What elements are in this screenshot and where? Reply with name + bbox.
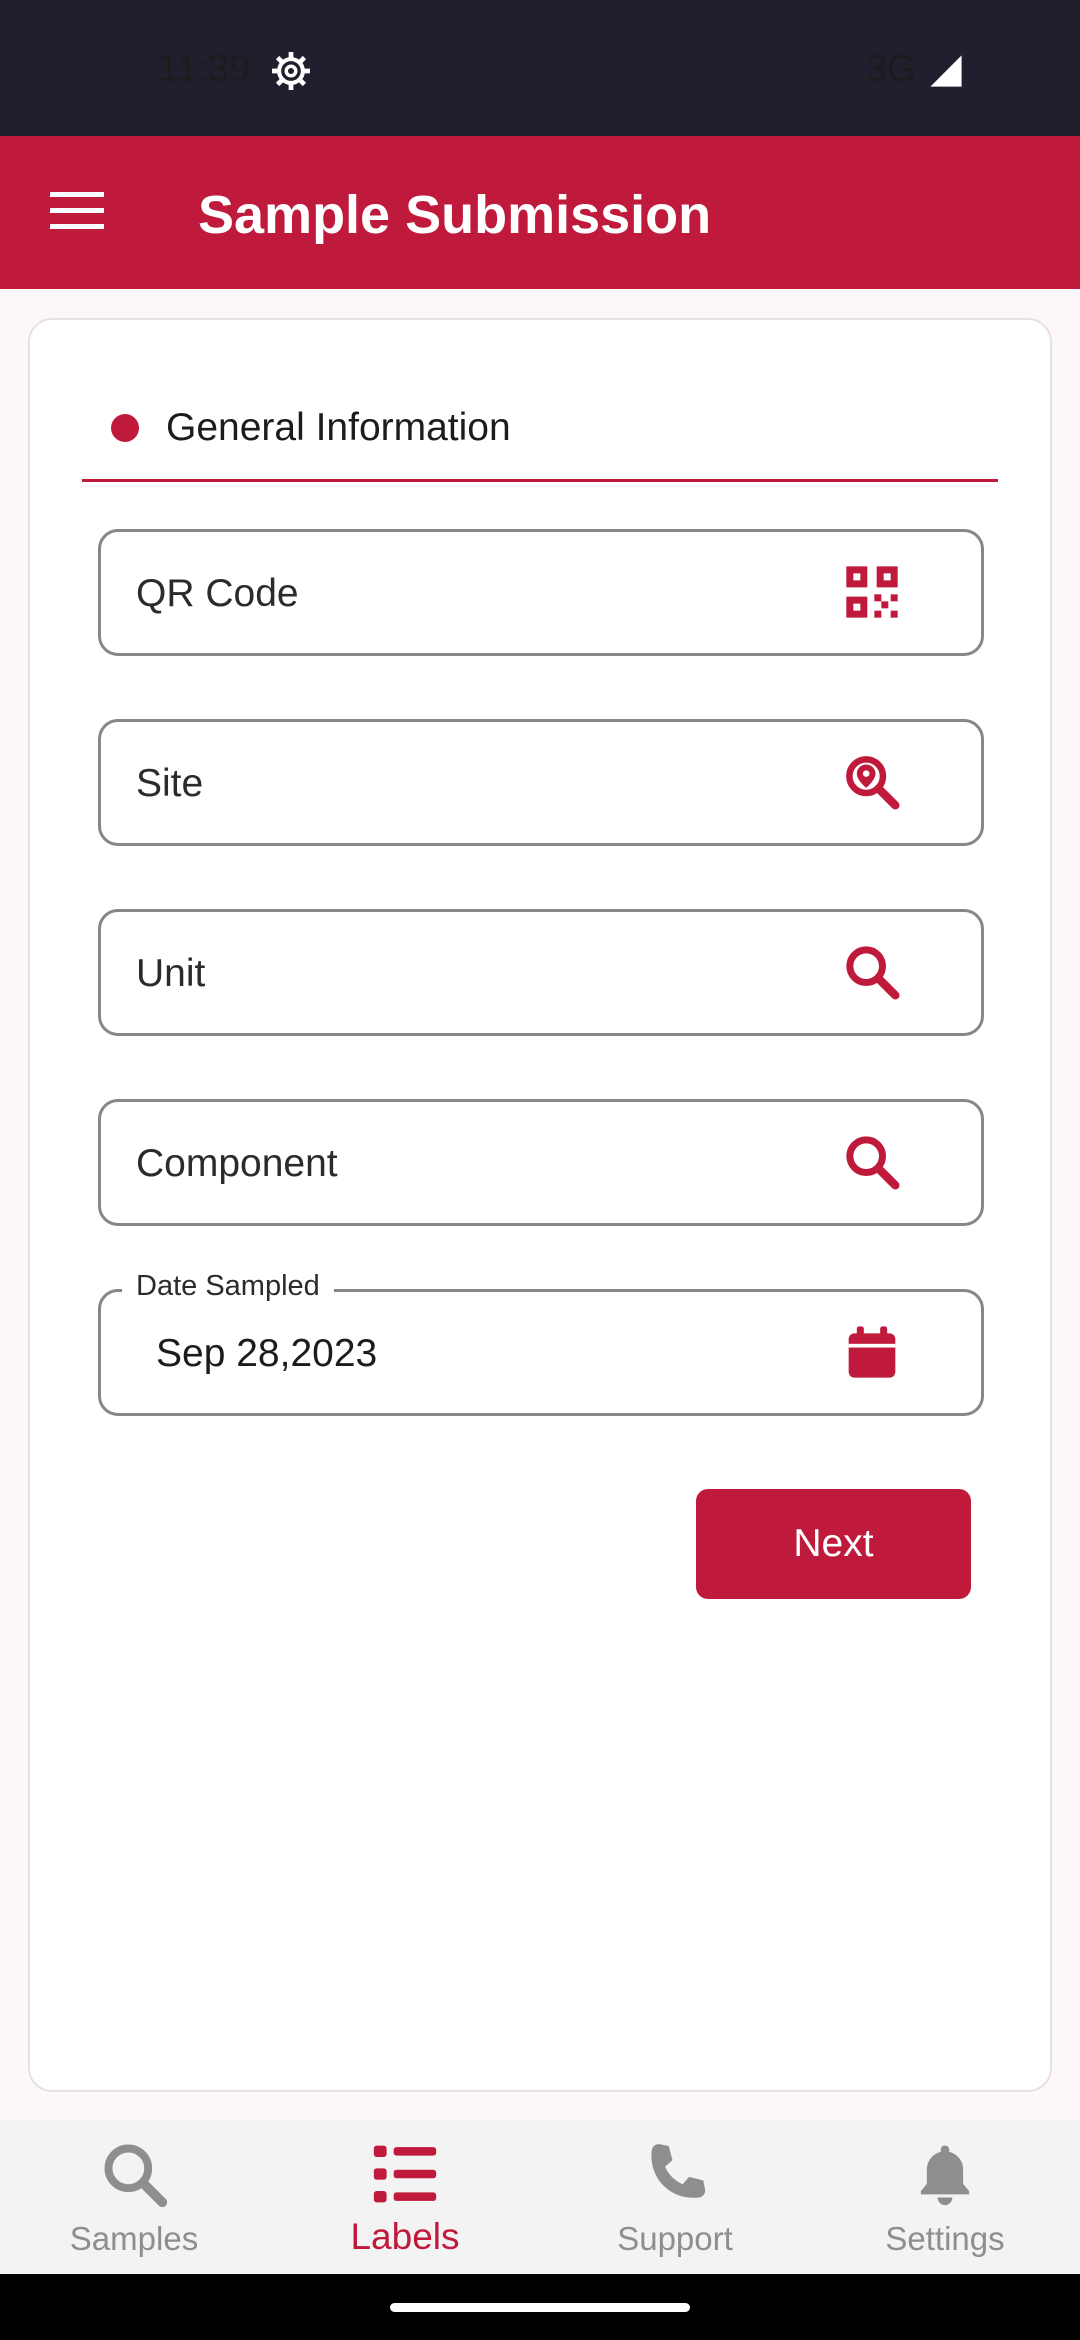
search-icon[interactable] (844, 944, 900, 1000)
bell-icon (920, 2145, 970, 2206)
component-label: Component (136, 1142, 338, 1185)
home-gesture-handle[interactable] (390, 2303, 690, 2312)
unit-label: Unit (136, 952, 206, 995)
nav-item-labels[interactable]: Labels (305, 2138, 505, 2268)
nav-label-labels: Labels (350, 2216, 460, 2257)
search-icon[interactable] (844, 1134, 900, 1190)
nav-item-settings[interactable]: Settings (845, 2138, 1045, 2268)
date-sampled-caption: Date Sampled (122, 1270, 334, 1303)
qr-code-label: QR Code (136, 572, 299, 615)
nav-item-samples[interactable]: Samples (34, 2138, 234, 2268)
calendar-icon[interactable] (844, 1324, 900, 1380)
network-type: 3G (866, 48, 917, 90)
section-indicator-dot (111, 414, 139, 442)
page-title: Sample Submission (198, 185, 712, 245)
site-label: Site (136, 762, 204, 805)
next-button[interactable]: Next (696, 1489, 971, 1599)
qr-code-icon[interactable] (844, 564, 900, 620)
phone-icon (651, 2144, 706, 2198)
settings-gear-icon (272, 52, 310, 90)
search-icon (104, 2144, 168, 2208)
section-title: General Information (166, 406, 511, 449)
nav-label-support: Support (617, 2220, 733, 2257)
nav-label-settings: Settings (885, 2220, 1005, 2257)
nav-label-samples: Samples (69, 2220, 199, 2257)
status-time: 11:39 (158, 48, 251, 90)
nav-item-support[interactable]: Support (575, 2138, 775, 2268)
list-icon (373, 2145, 437, 2203)
signal-icon (930, 55, 962, 87)
location-search-icon[interactable] (844, 754, 900, 810)
section-divider (82, 479, 998, 482)
date-sampled-value: Sep 28,2023 (156, 1332, 378, 1375)
menu-icon[interactable] (50, 192, 104, 230)
